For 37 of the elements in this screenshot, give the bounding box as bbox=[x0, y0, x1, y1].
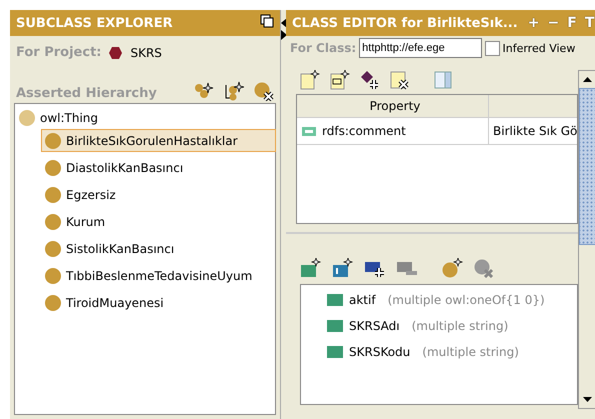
table-cell-text: Birlikte Sık Gö bbox=[492, 123, 578, 140]
slot-item[interactable]: aktif (multiple owl:oneOf{1 0}) bbox=[327, 287, 578, 313]
checkbox[interactable] bbox=[484, 40, 500, 56]
table-cell: rdfs:comment bbox=[297, 118, 489, 144]
project-name: SKRS bbox=[130, 46, 162, 60]
tree-item[interactable]: Egzersiz bbox=[41, 183, 276, 206]
project-label: For Project: bbox=[16, 45, 102, 60]
hierarchy-label: Asserted Hierarchy bbox=[16, 86, 157, 101]
add-slot-icon[interactable] bbox=[300, 258, 322, 278]
tree-item[interactable]: DiastolikKanBasıncı bbox=[41, 156, 276, 179]
delete-class-icon[interactable] bbox=[254, 81, 274, 101]
panel-title: SUBCLASS EXPLORER bbox=[16, 16, 173, 30]
slot-item[interactable]: SKRSAdı (multiple string) bbox=[327, 313, 578, 339]
add-slot-icon[interactable] bbox=[332, 258, 354, 278]
tree-item[interactable]: BirlikteSıkGorulenHastalıklar bbox=[41, 129, 276, 152]
remove-restriction-icon bbox=[474, 258, 494, 278]
add-diamond-icon[interactable] bbox=[360, 70, 380, 90]
scroll-thumb[interactable] bbox=[579, 88, 595, 245]
tree-item[interactable]: Kurum bbox=[41, 210, 276, 233]
delete-note-icon[interactable] bbox=[390, 70, 410, 90]
scrollbar[interactable] bbox=[578, 70, 595, 409]
class-label: For Class: bbox=[290, 41, 356, 55]
class-field[interactable]: httphttp://efe.ege bbox=[359, 38, 482, 58]
panel-title: CLASS EDITOR for BirlikteSık... bbox=[292, 16, 518, 30]
slot-item[interactable]: SKRSKodu (multiple string) bbox=[327, 339, 578, 365]
tree-item[interactable]: TıbbiBeslenmeTedavisineUyum bbox=[41, 264, 276, 287]
new-document-icon[interactable] bbox=[330, 70, 350, 90]
add-restriction-icon[interactable] bbox=[442, 258, 464, 278]
checkbox-label: Inferred View bbox=[502, 42, 576, 54]
hexagon-icon bbox=[109, 46, 122, 58]
tree-item[interactable]: owl:Thing bbox=[15, 106, 100, 129]
windows-icon[interactable] bbox=[260, 14, 274, 28]
add-sibling-icon[interactable] bbox=[224, 81, 244, 101]
add-subclass-icon[interactable] bbox=[194, 81, 214, 99]
new-note-icon[interactable] bbox=[300, 70, 320, 90]
tree-item[interactable]: TiroidMuayenesi bbox=[41, 291, 276, 314]
tree-item[interactable]: SistolikKanBasıncı bbox=[41, 237, 276, 260]
